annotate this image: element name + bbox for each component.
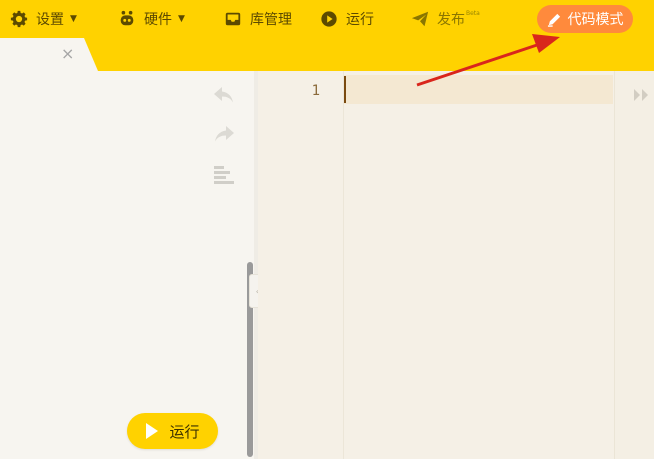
tab-active[interactable] (0, 38, 98, 71)
line-number: 1 (311, 83, 320, 99)
beta-badge: Beta (466, 9, 480, 17)
menu-publish-label: 发布 (437, 12, 465, 28)
menu-settings-label: 设置 (36, 12, 64, 28)
menu-settings[interactable]: 设置 ▼ (10, 8, 77, 30)
inbox-icon (225, 12, 241, 26)
code-mode-label: 代码模式 (567, 12, 624, 28)
text-cursor (344, 76, 346, 103)
paper-plane-icon (411, 11, 429, 27)
redo-icon[interactable] (212, 124, 236, 146)
align-icon[interactable] (212, 163, 236, 185)
menu-run[interactable]: 运行 (320, 8, 374, 30)
editor-gutter (258, 71, 343, 459)
active-line-highlight (344, 75, 613, 104)
code-editor[interactable] (343, 71, 614, 459)
tab-close-icon[interactable]: × (61, 44, 74, 64)
pencil-icon (547, 13, 560, 27)
play-circle-icon (321, 11, 337, 27)
code-mode-button[interactable]: 代码模式 (537, 5, 633, 33)
gear-icon (10, 10, 28, 28)
chevron-down-icon: ▼ (70, 14, 77, 24)
run-button[interactable]: 运行 (127, 413, 218, 449)
right-collapsed-panel (614, 71, 654, 459)
undo-icon[interactable] (212, 85, 236, 107)
menu-hardware-label: 硬件 (144, 12, 172, 28)
menu-library[interactable]: 库管理 (224, 8, 292, 30)
menu-hardware[interactable]: 硬件 ▼ (118, 8, 185, 30)
play-icon (146, 423, 159, 439)
blocks-workspace[interactable] (0, 71, 248, 459)
double-chevron-right-icon[interactable] (633, 88, 649, 102)
tab-bar (0, 38, 654, 71)
chevron-down-icon: ▼ (178, 14, 185, 24)
menu-publish[interactable]: 发布 Beta (411, 8, 480, 30)
menu-library-label: 库管理 (250, 12, 292, 28)
run-button-label: 运行 (169, 422, 200, 441)
menu-run-label: 运行 (346, 12, 374, 28)
robot-icon (120, 10, 134, 26)
